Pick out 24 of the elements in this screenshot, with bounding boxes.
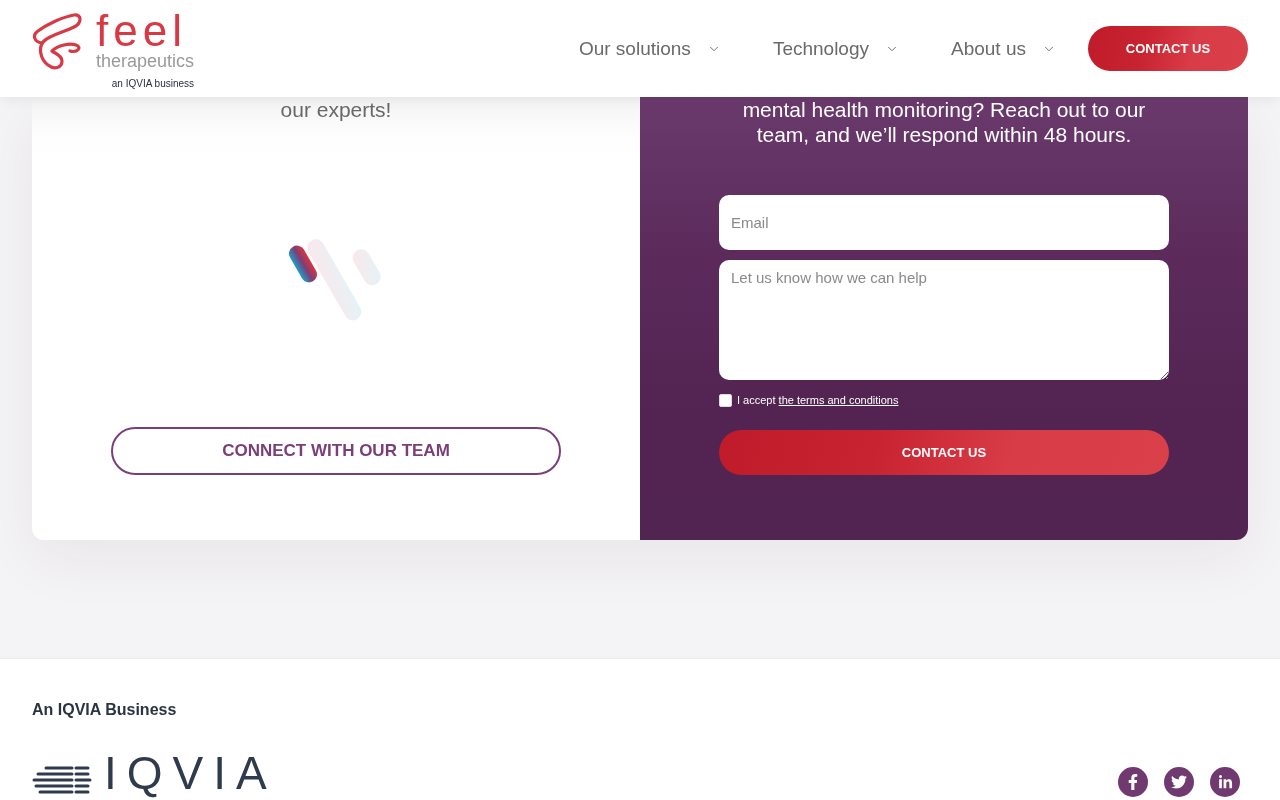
- consent-checkbox[interactable]: [719, 394, 732, 407]
- email-field[interactable]: Email: [719, 195, 1169, 250]
- loading-bars-icon: [288, 236, 384, 323]
- swirl-logo-icon: [32, 11, 82, 71]
- linkedin-icon[interactable]: [1210, 767, 1240, 797]
- section-heading-text: our experts!: [280, 97, 392, 122]
- connect-button[interactable]: CONNECT WITH OUR TEAM: [111, 427, 561, 475]
- contact-us-button[interactable]: CONTACT US: [1088, 26, 1248, 71]
- striped-lines-logo-icon: [32, 765, 94, 796]
- contact-us-button[interactable]: CONTACT US: [719, 430, 1169, 475]
- nav-link[interactable]: About us: [951, 37, 1056, 60]
- facebook-icon[interactable]: [1118, 767, 1148, 797]
- nav-link[interactable]: Technology: [772, 37, 899, 60]
- logo-subtitle: therapeutics: [96, 51, 195, 71]
- footer-heading: An IQVIA Business: [32, 700, 177, 720]
- footer-logo-wordmark: IQVIA: [104, 747, 277, 799]
- nav-link[interactable]: Our solutions: [578, 37, 721, 60]
- message-field[interactable]: Let us know how we can help: [719, 260, 1169, 380]
- twitter-icon[interactable]: [1164, 767, 1194, 797]
- contact-intro-text: mental health monitoring? Reach out to our team, and we’ll respond within 48 hours.: [741, 97, 1147, 147]
- logo-wordmark: feel: [96, 11, 187, 51]
- logo-tagline: an IQVIA business: [111, 78, 195, 90]
- terms-link[interactable]: the terms and conditions: [778, 394, 899, 406]
- consent-text: I accept the terms and conditions: [737, 394, 899, 407]
